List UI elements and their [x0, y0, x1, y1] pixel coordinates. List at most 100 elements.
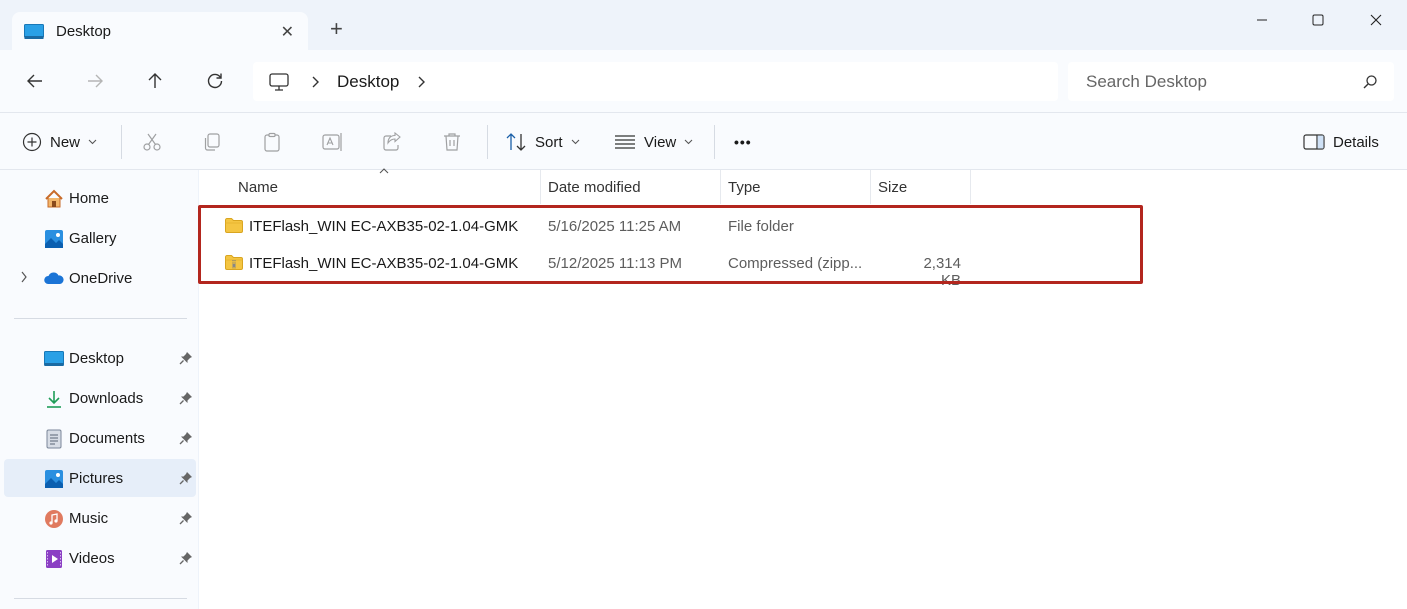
sidebar-item-gallery[interactable]: Gallery [4, 219, 196, 257]
sidebar-item-label: Documents [69, 430, 145, 447]
file-list: Name Date modified Type Size ITEFlash_WI… [198, 168, 1407, 609]
column-separator[interactable] [970, 170, 971, 204]
pin-icon[interactable] [179, 351, 193, 365]
chevron-right-icon[interactable] [20, 271, 28, 283]
view-label: View [644, 133, 677, 151]
refresh-icon [207, 73, 223, 89]
arrow-right-icon [88, 74, 103, 88]
sidebar-item-downloads[interactable]: Downloads [4, 379, 196, 417]
pin-icon[interactable] [179, 551, 193, 565]
arrow-left-icon [27, 74, 42, 88]
sidebar-item-label: Music [69, 510, 109, 527]
paste-button[interactable] [262, 113, 282, 171]
sidebar-item-documents[interactable]: Documents [4, 419, 196, 457]
new-tab-button[interactable]: + [330, 18, 343, 40]
pin-icon[interactable] [179, 391, 193, 405]
details-label: Details [1333, 133, 1379, 151]
home-icon [45, 189, 63, 208]
close-icon [1370, 14, 1382, 26]
sidebar-item-onedrive[interactable]: OneDrive [4, 259, 196, 297]
document-icon [46, 429, 62, 449]
new-button[interactable]: New [22, 113, 97, 171]
close-tab-icon[interactable]: ✕ [281, 22, 294, 42]
sidebar-item-label: Gallery [69, 230, 117, 247]
details-pane-button[interactable]: Details [1303, 113, 1379, 171]
sidebar-item-label: Downloads [69, 390, 144, 407]
arrow-up-icon [148, 73, 162, 88]
chevron-down-icon [88, 139, 97, 145]
more-icon: ••• [734, 134, 752, 150]
title-bar: Desktop ✕ + [0, 0, 1407, 51]
share-icon [383, 132, 401, 151]
refresh-button[interactable] [202, 68, 228, 94]
sidebar-item-pictures[interactable]: Pictures [4, 459, 196, 497]
list-view-icon [615, 135, 635, 149]
chevron-right-icon[interactable] [311, 75, 321, 89]
search-input[interactable]: Search Desktop [1086, 72, 1362, 92]
sidebar-item-label: Desktop [69, 350, 125, 367]
command-bar: New Sort View ••• Details [0, 112, 1407, 170]
delete-button[interactable] [442, 113, 462, 171]
toolbar-divider [487, 125, 488, 159]
pin-icon[interactable] [179, 511, 193, 525]
view-button[interactable]: View [614, 113, 693, 171]
trash-icon [444, 133, 460, 151]
pictures-icon [45, 470, 63, 488]
minimize-button[interactable] [1242, 8, 1282, 32]
forward-button[interactable] [82, 68, 108, 94]
sort-icon [506, 133, 526, 151]
sidebar-item-label: OneDrive [69, 270, 133, 287]
more-options-button[interactable]: ••• [734, 113, 752, 171]
sidebar-item-videos[interactable]: Videos [4, 539, 196, 577]
sidebar-divider [14, 318, 187, 319]
minimize-icon [1257, 19, 1267, 21]
gallery-icon [45, 230, 63, 248]
up-button[interactable] [142, 68, 168, 94]
sort-button[interactable]: Sort [505, 113, 580, 171]
column-separator[interactable] [540, 170, 541, 204]
column-separator[interactable] [720, 170, 721, 204]
sidebar-item-label: Pictures [69, 470, 124, 487]
pin-icon[interactable] [179, 471, 193, 485]
back-button[interactable] [22, 68, 48, 94]
column-separator[interactable] [870, 170, 871, 204]
download-icon [47, 391, 61, 408]
cut-button[interactable] [142, 113, 162, 171]
rename-button[interactable] [322, 113, 344, 171]
breadcrumb-desktop[interactable]: Desktop [337, 72, 399, 92]
maximize-icon [1312, 14, 1324, 26]
toolbar-divider [714, 125, 715, 159]
sidebar-item-home[interactable]: Home [4, 179, 196, 217]
tab-desktop[interactable]: Desktop ✕ [12, 12, 308, 51]
navigation-pane: Home Gallery OneDrive Desktop Downloads … [0, 170, 198, 609]
column-header-date[interactable]: Date modified [548, 170, 641, 204]
chevron-right-icon[interactable] [417, 75, 427, 89]
chevron-down-icon [684, 139, 693, 145]
sidebar-item-label: Videos [69, 550, 115, 567]
toolbar-divider [121, 125, 122, 159]
copy-icon [204, 133, 220, 151]
column-header-size[interactable]: Size [878, 170, 907, 204]
chevron-down-icon [571, 139, 579, 145]
tab-title: Desktop [56, 23, 112, 40]
pin-icon[interactable] [179, 431, 193, 445]
column-header-type[interactable]: Type [728, 170, 761, 204]
desktop-icon [24, 23, 44, 39]
close-window-button[interactable] [1356, 8, 1396, 32]
maximize-button[interactable] [1298, 8, 1338, 32]
music-icon [45, 510, 63, 528]
sidebar-item-desktop[interactable]: Desktop [4, 339, 196, 377]
clipboard-icon [264, 132, 280, 152]
this-pc-icon [269, 72, 289, 91]
sidebar-divider [14, 598, 187, 599]
address-bar[interactable]: Desktop [253, 62, 1058, 101]
sidebar-item-music[interactable]: Music [4, 499, 196, 537]
sidebar-item-label: Home [69, 190, 110, 207]
highlight-box [198, 205, 1143, 284]
column-header-name[interactable]: Name [238, 170, 278, 204]
rename-icon [322, 133, 342, 151]
copy-button[interactable] [202, 113, 222, 171]
search-box[interactable]: Search Desktop [1068, 62, 1394, 101]
share-button[interactable] [382, 113, 402, 171]
video-icon [46, 550, 62, 568]
